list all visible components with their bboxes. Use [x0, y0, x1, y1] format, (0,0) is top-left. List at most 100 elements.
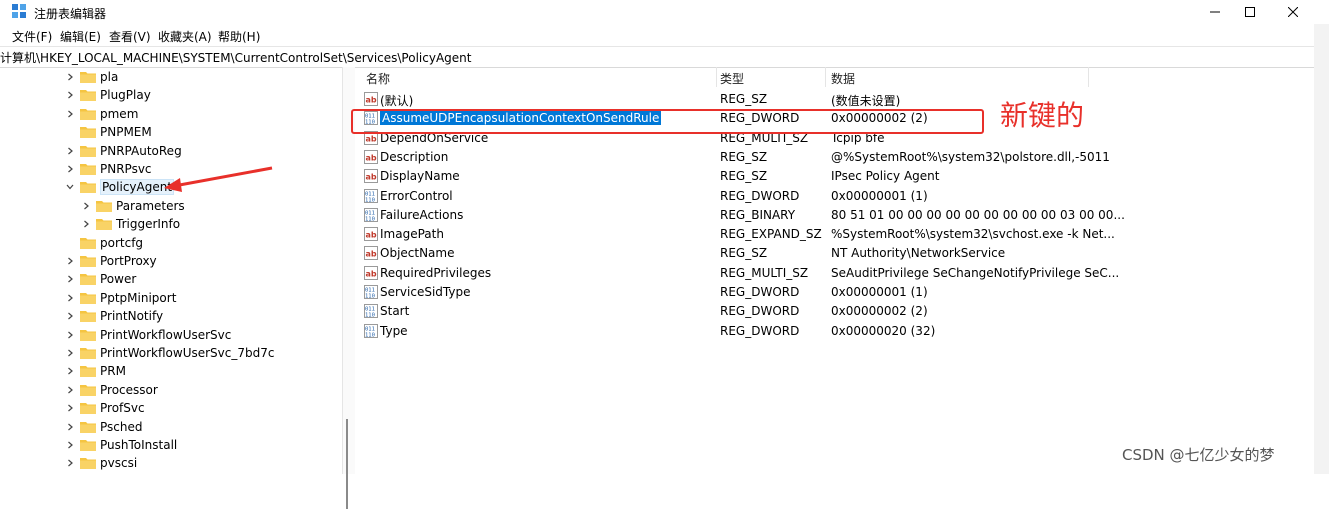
- value-row[interactable]: 011 110 FailureActions REG_BINARY 80 51 01 0…: [358, 206, 1314, 225]
- tree-item-label: pmem: [100, 106, 139, 121]
- tree-item[interactable]: PNRPsvc: [64, 160, 152, 178]
- menu-file[interactable]: 文件(F): [12, 28, 52, 45]
- tree-item[interactable]: PRM: [64, 362, 126, 380]
- value-row[interactable]: ab RequiredPrivileges REG_MULTI_SZ SeAuditP…: [358, 264, 1314, 283]
- value-row[interactable]: 011 110 Type REG_DWORD 0x00000020 (32): [358, 322, 1314, 341]
- tree-item[interactable]: PortProxy: [64, 252, 157, 270]
- folder-icon: [80, 421, 96, 433]
- chevron-right-icon[interactable]: [64, 252, 76, 270]
- chevron-right-icon[interactable]: [64, 142, 76, 160]
- tree-item[interactable]: ProfSvc: [64, 399, 145, 417]
- tree-item-label: Psched: [100, 419, 143, 434]
- svg-text:ab: ab: [366, 173, 377, 182]
- value-type: REG_BINARY: [720, 207, 796, 222]
- maximize-icon: [1245, 7, 1255, 17]
- folder-icon: [80, 329, 96, 341]
- menu-view[interactable]: 查看(V): [109, 28, 151, 45]
- folder-icon: [80, 145, 96, 157]
- address-bar[interactable]: 计算机\HKEY_LOCAL_MACHINE\SYSTEM\CurrentCon…: [0, 46, 1314, 68]
- tree-scrollbar-thumb[interactable]: [346, 419, 348, 509]
- tree-item[interactable]: PrintWorkflowUserSvc_7bd7c: [64, 344, 274, 362]
- chevron-down-icon[interactable]: [64, 178, 76, 196]
- value-data: 0x00000001 (1): [831, 285, 928, 299]
- column-separator[interactable]: [825, 67, 826, 87]
- value-row[interactable]: 011 110 ErrorControl REG_DWORD 0x00000001 (1…: [358, 187, 1314, 206]
- tree-item-label: portcfg: [100, 235, 144, 250]
- maximize-button[interactable]: [1227, 0, 1273, 24]
- column-separator[interactable]: [1088, 67, 1089, 87]
- tree-item[interactable]: PptpMiniport: [64, 289, 176, 307]
- chevron-right-icon[interactable]: [80, 215, 92, 233]
- title-bar: 注册表编辑器: [0, 0, 1329, 24]
- chevron-right-icon[interactable]: [64, 326, 76, 344]
- value-type: REG_MULTI_SZ: [720, 265, 809, 280]
- tree-item-label: pla: [100, 70, 119, 84]
- chevron-right-icon[interactable]: [64, 418, 76, 436]
- tree-item[interactable]: Power: [64, 270, 136, 288]
- chevron-right-icon[interactable]: [64, 86, 76, 104]
- svg-text:ab: ab: [366, 250, 377, 259]
- svg-text:ab: ab: [366, 269, 377, 278]
- tree-item[interactable]: PolicyAgent: [64, 178, 175, 196]
- column-separator[interactable]: [716, 67, 717, 87]
- tree-item[interactable]: Processor: [64, 381, 158, 399]
- tree-item[interactable]: Psched: [64, 418, 142, 436]
- tree-item[interactable]: pvscsi: [64, 454, 137, 472]
- address-path[interactable]: 计算机\HKEY_LOCAL_MACHINE\SYSTEM\CurrentCon…: [0, 49, 471, 66]
- tree-item-label: Processor: [100, 382, 158, 397]
- value-name: Description: [380, 149, 449, 164]
- value-type: REG_DWORD: [720, 323, 800, 338]
- value-name: RequiredPrivileges: [380, 265, 492, 280]
- tree-item-label: PptpMiniport: [100, 290, 177, 305]
- value-data: SeAuditPrivilege SeChangeNotifyPrivilege…: [831, 265, 1120, 280]
- chevron-right-icon[interactable]: [64, 436, 76, 454]
- key-tree[interactable]: pla PlugPlay pmem PNPMEM PNRPAutoReg PNRPsvc P…: [0, 67, 343, 474]
- binary-value-icon: 011110: [364, 207, 378, 222]
- folder-icon: [80, 274, 96, 286]
- chevron-right-icon[interactable]: [64, 160, 76, 178]
- chevron-right-icon[interactable]: [80, 197, 92, 215]
- value-row[interactable]: ab ObjectName REG_SZ NT Authority\NetworkSe…: [358, 244, 1314, 263]
- folder-icon: [96, 219, 112, 231]
- tree-item[interactable]: portcfg: [64, 234, 143, 252]
- tree-item[interactable]: TriggerInfo: [80, 215, 180, 233]
- chevron-right-icon[interactable]: [64, 105, 76, 123]
- chevron-right-icon: [64, 234, 76, 252]
- chevron-right-icon[interactable]: [64, 344, 76, 362]
- tree-item[interactable]: pla: [64, 68, 118, 86]
- tree-item[interactable]: PrintNotify: [64, 307, 163, 325]
- column-header-name[interactable]: 名称: [366, 70, 390, 87]
- value-row[interactable]: ab (默认) REG_SZ (数值未设置): [358, 90, 1314, 109]
- chevron-right-icon[interactable]: [64, 289, 76, 307]
- value-name: DisplayName: [380, 169, 460, 184]
- chevron-right-icon[interactable]: [64, 381, 76, 399]
- value-data: 0x00000002 (2): [831, 304, 928, 319]
- chevron-right-icon[interactable]: [64, 68, 76, 86]
- string-value-icon: ab: [364, 227, 378, 242]
- tree-item[interactable]: PlugPlay: [64, 86, 151, 104]
- tree-item[interactable]: pmem: [64, 105, 138, 123]
- chevron-right-icon[interactable]: [64, 270, 76, 288]
- tree-item-label: PrintWorkflowUserSvc: [100, 327, 232, 342]
- registry-editor-icon: [12, 4, 26, 18]
- tree-item[interactable]: PrintWorkflowUserSvc: [64, 326, 231, 344]
- close-button[interactable]: [1270, 0, 1316, 24]
- binary-value-icon: 011110: [364, 188, 378, 203]
- menu-favorites[interactable]: 收藏夹(A): [158, 28, 212, 45]
- value-row[interactable]: ab ImagePath REG_EXPAND_SZ %SystemRoot%\sys…: [358, 225, 1314, 244]
- tree-item[interactable]: PNPMEM: [64, 123, 152, 141]
- value-row[interactable]: ab Description REG_SZ @%SystemRoot%\system3…: [358, 148, 1314, 167]
- chevron-right-icon[interactable]: [64, 362, 76, 380]
- value-row[interactable]: 011 110 Start REG_DWORD 0x00000002 (2): [358, 302, 1314, 321]
- column-header-data[interactable]: 数据: [831, 70, 855, 87]
- chevron-right-icon[interactable]: [64, 454, 76, 472]
- value-row[interactable]: 011 110 ServiceSidType REG_DWORD 0x00000001 …: [358, 283, 1314, 302]
- tree-item[interactable]: PushToInstall: [64, 436, 177, 454]
- chevron-right-icon[interactable]: [64, 307, 76, 325]
- chevron-right-icon[interactable]: [64, 399, 76, 417]
- menu-edit[interactable]: 编辑(E): [60, 28, 101, 45]
- column-header-type[interactable]: 类型: [720, 70, 744, 87]
- value-row[interactable]: ab DisplayName REG_SZ IPsec Policy Agent: [358, 167, 1314, 186]
- menu-help[interactable]: 帮助(H): [218, 28, 260, 45]
- tree-item[interactable]: PNRPAutoReg: [64, 142, 182, 160]
